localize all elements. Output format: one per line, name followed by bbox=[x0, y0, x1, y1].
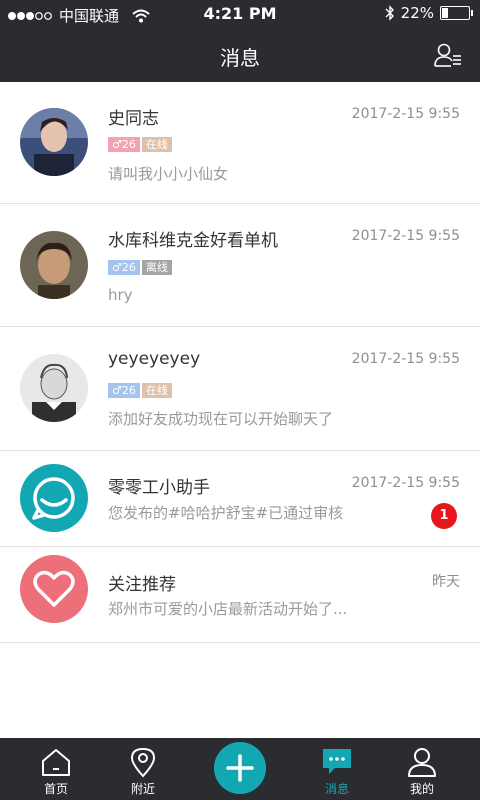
online-status-tag: 在线 bbox=[141, 137, 172, 152]
online-status-tag: 离线 bbox=[141, 260, 172, 275]
tab-label: 消息 bbox=[324, 782, 349, 796]
conversation-row[interactable]: 史同志 2017-2-15 9:55 ♂26 在线 请叫我小小小仙女 bbox=[0, 82, 480, 204]
last-message: 您发布的#哈哈护舒宝#已通过审核 bbox=[108, 504, 344, 522]
last-message: 添加好友成功现在可以开始聊天了 bbox=[108, 410, 334, 428]
message-time: 2017-2-15 9:55 bbox=[351, 475, 460, 491]
tab-label: 首页 bbox=[43, 782, 68, 796]
tab-label: 我的 bbox=[409, 782, 434, 796]
contacts-list-icon bbox=[434, 43, 461, 67]
message-time: 2017-2-15 9:55 bbox=[351, 106, 460, 122]
contact-name: yeyeyeyey bbox=[108, 349, 201, 369]
last-message: 郑州市可爱的小店最新活动开始了... bbox=[108, 600, 348, 618]
user-tags: ♂26 在线 bbox=[108, 383, 172, 398]
tab-nearby[interactable]: 附近 bbox=[103, 738, 183, 800]
tab-messages[interactable]: 消息 bbox=[297, 738, 377, 800]
message-time: 昨天 bbox=[432, 574, 460, 590]
tab-home[interactable]: 首页 bbox=[16, 738, 96, 800]
battery-percent: 22% bbox=[400, 4, 434, 22]
plus-icon bbox=[226, 754, 254, 782]
avatar bbox=[20, 555, 88, 623]
last-message: hry bbox=[108, 286, 133, 304]
contacts-button[interactable] bbox=[434, 42, 462, 68]
avatar bbox=[20, 108, 88, 176]
avatar bbox=[20, 464, 88, 532]
nav-bar: 消息 bbox=[0, 28, 480, 82]
tab-bar: 首页 附近 消息 我的 bbox=[0, 738, 480, 800]
conversation-list: 史同志 2017-2-15 9:55 ♂26 在线 请叫我小小小仙女 水库科维克… bbox=[0, 82, 480, 643]
message-time: 2017-2-15 9:55 bbox=[351, 351, 460, 367]
battery-fill bbox=[442, 8, 448, 18]
contact-name: 水库科维克金好看单机 bbox=[108, 231, 278, 251]
conversation-row[interactable]: yeyeyeyey 2017-2-15 9:55 ♂26 在线 添加好友成功现在… bbox=[0, 327, 480, 451]
user-tags: ♂26 在线 bbox=[108, 137, 172, 152]
unread-badge: 1 bbox=[431, 503, 457, 529]
gender-age-tag: ♂26 bbox=[108, 383, 140, 398]
avatar bbox=[20, 231, 88, 299]
conversation-row[interactable]: 水库科维克金好看单机 2017-2-15 9:55 ♂26 离线 hry bbox=[0, 204, 480, 327]
gender-age-tag: ♂26 bbox=[108, 137, 140, 152]
online-status-tag: 在线 bbox=[141, 383, 172, 398]
contact-name: 零零工小助手 bbox=[108, 478, 210, 498]
tab-mine[interactable]: 我的 bbox=[382, 738, 462, 800]
message-time: 2017-2-15 9:55 bbox=[351, 228, 460, 244]
page-title: 消息 bbox=[220, 46, 260, 70]
tab-label: 附近 bbox=[130, 782, 155, 796]
contact-name: 关注推荐 bbox=[108, 575, 176, 595]
conversation-row[interactable]: 关注推荐 昨天 郑州市可爱的小店最新活动开始了... bbox=[0, 547, 480, 643]
gender-age-tag: ♂26 bbox=[108, 260, 140, 275]
bluetooth-icon bbox=[385, 5, 394, 21]
home-icon bbox=[42, 749, 70, 776]
person-icon bbox=[408, 748, 436, 777]
status-right: 22% bbox=[385, 4, 473, 22]
conversation-row[interactable]: 零零工小助手 2017-2-15 9:55 您发布的#哈哈护舒宝#已通过审核 1 bbox=[0, 451, 480, 547]
location-pin-icon bbox=[130, 747, 156, 778]
battery-icon bbox=[440, 6, 473, 20]
status-bar: 中国联通 4:21 PM 22% bbox=[0, 0, 480, 28]
chat-bubble-icon bbox=[323, 749, 351, 774]
avatar bbox=[20, 354, 88, 422]
smile-chat-icon bbox=[32, 477, 75, 520]
contact-name: 史同志 bbox=[108, 109, 159, 129]
last-message: 请叫我小小小仙女 bbox=[108, 165, 229, 183]
user-tags: ♂26 离线 bbox=[108, 260, 172, 275]
add-button[interactable] bbox=[214, 742, 266, 794]
heart-icon bbox=[33, 570, 75, 607]
